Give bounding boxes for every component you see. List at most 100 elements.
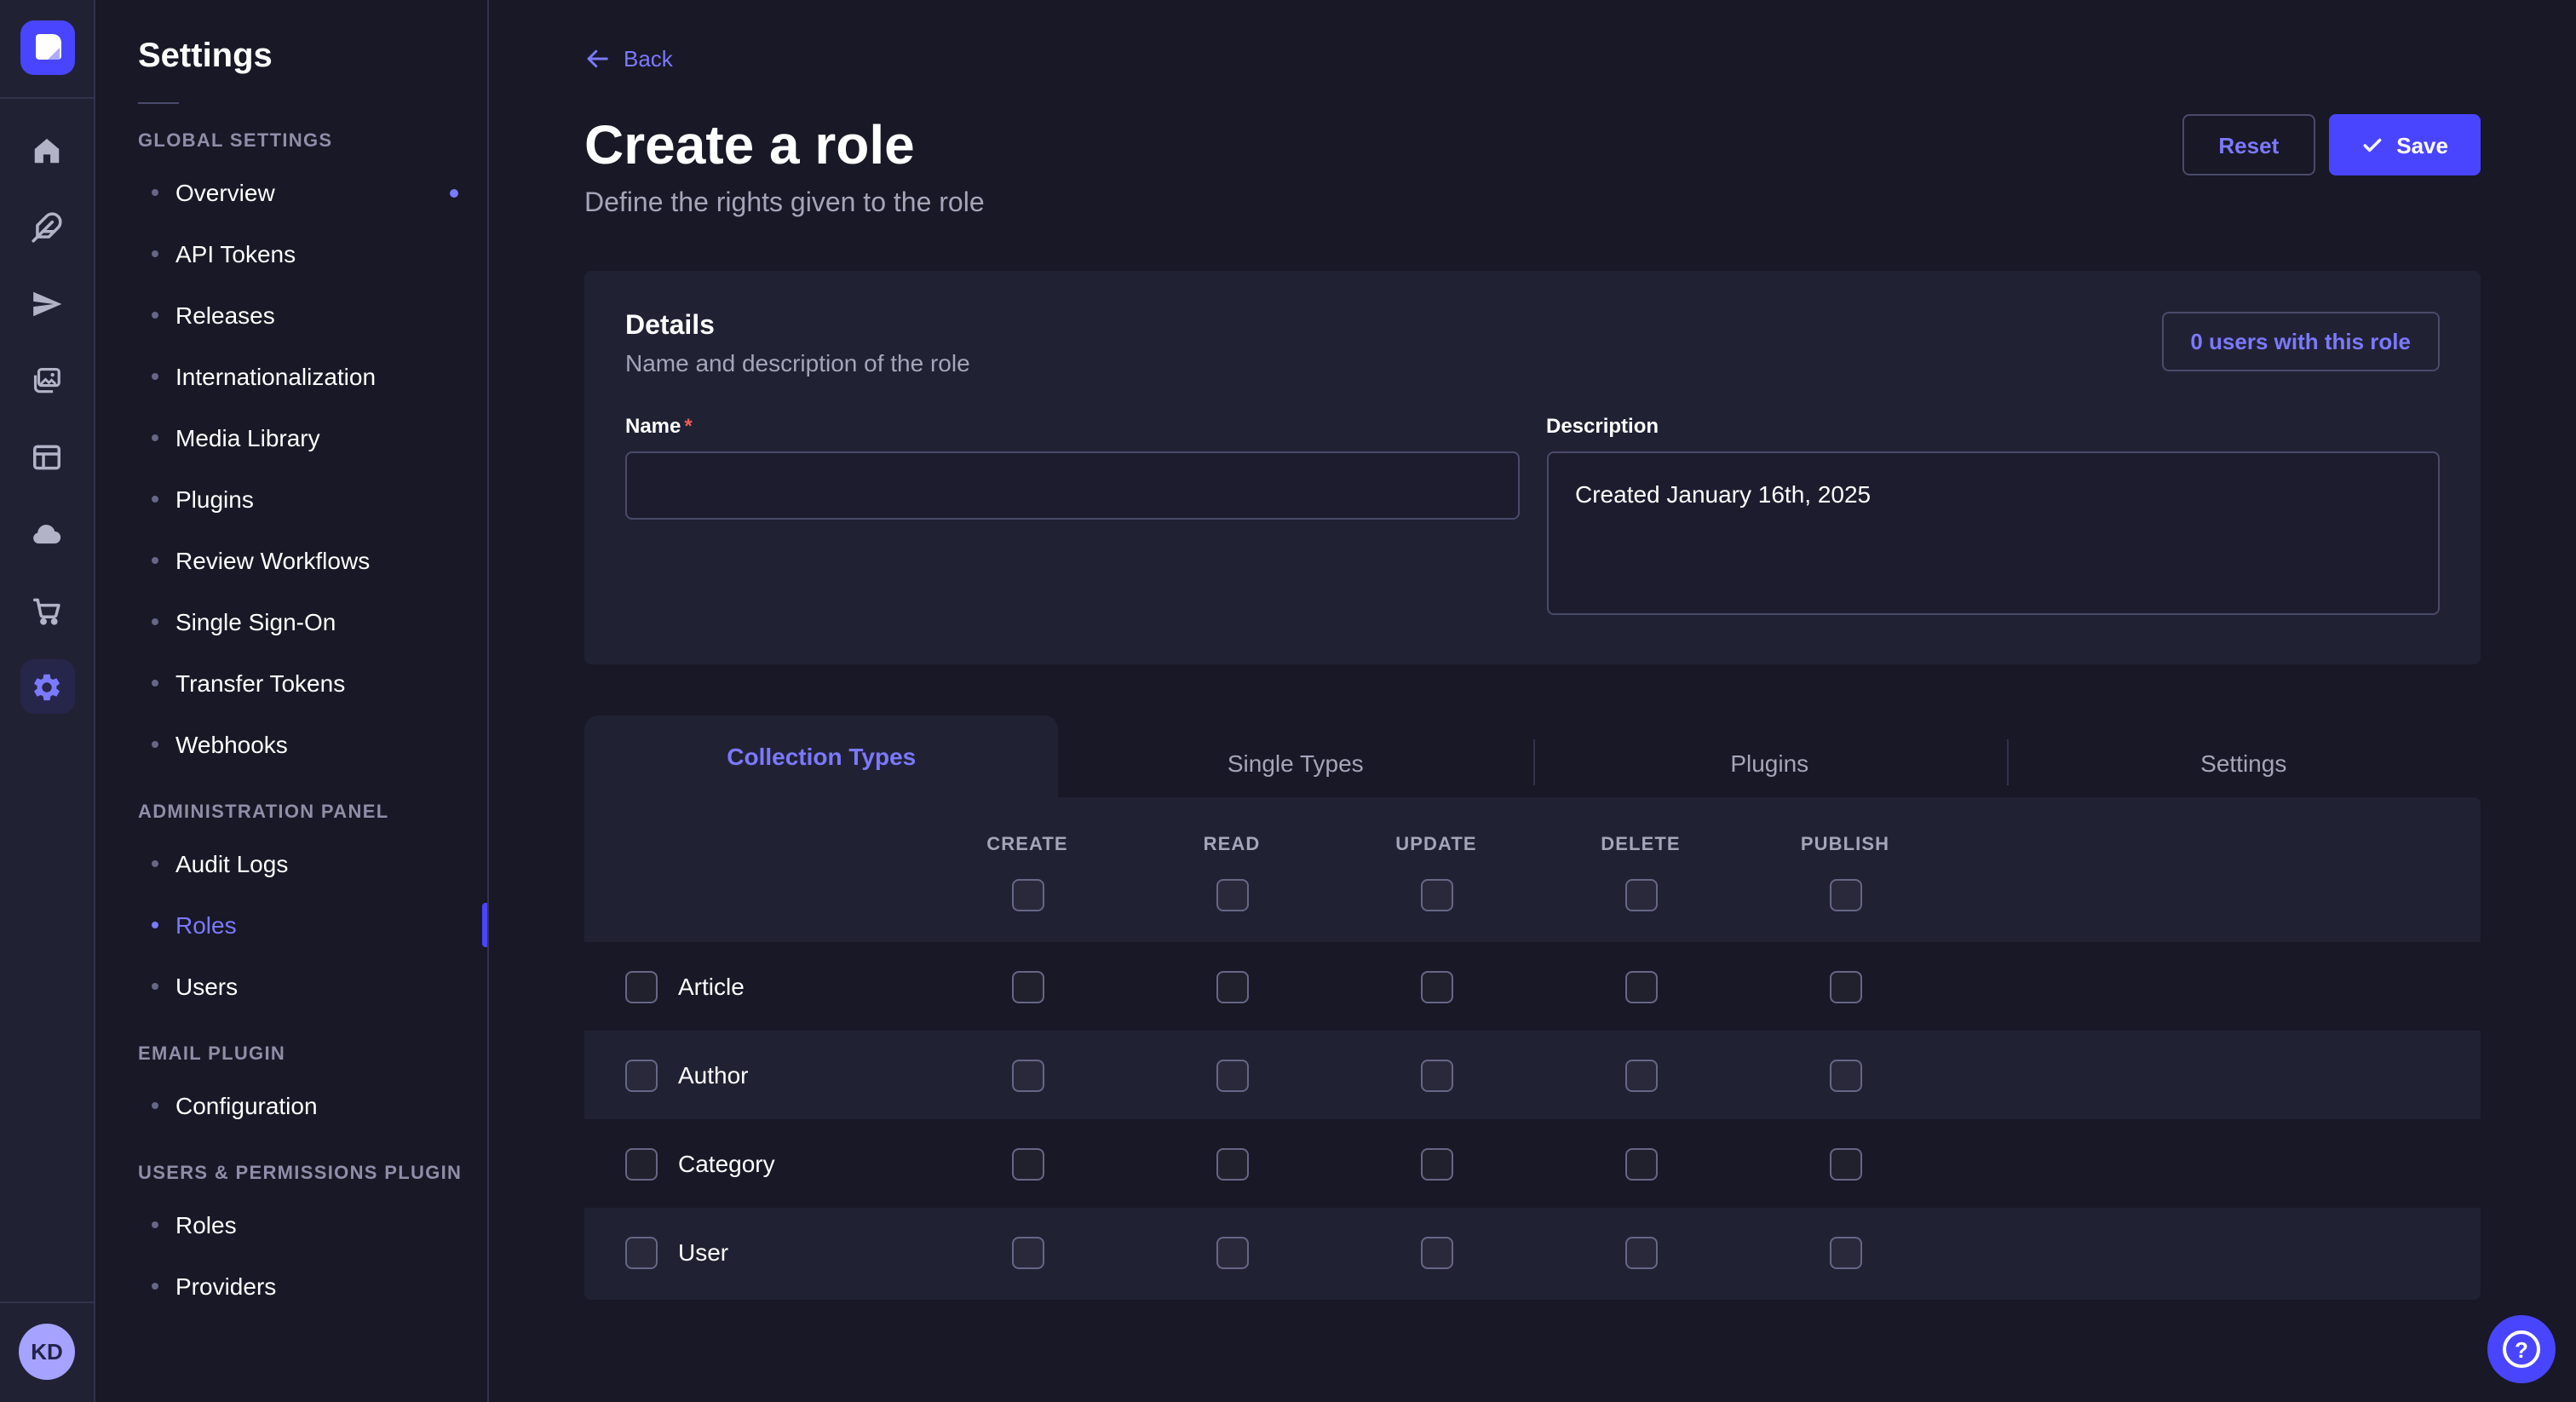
page-title: Create a role	[584, 111, 985, 179]
name-input[interactable]	[625, 451, 1519, 520]
sidebar-item-roles-admin[interactable]: Roles	[95, 894, 487, 956]
users-with-role-button[interactable]: 0 users with this role	[2161, 312, 2440, 371]
category-update-checkbox[interactable]	[1420, 1147, 1452, 1180]
user-avatar[interactable]: KD	[19, 1324, 75, 1380]
article-publish-checkbox[interactable]	[1829, 970, 1861, 1003]
help-button[interactable]: ?	[2487, 1315, 2556, 1383]
page-subtitle: Define the rights given to the role	[584, 189, 985, 220]
settings-sidebar: Settings GLOBAL SETTINGS Overview API To…	[95, 0, 489, 1402]
sidebar-item-label: Roles	[175, 1211, 237, 1238]
column-header-create: CREATE	[986, 835, 1067, 855]
tab-plugins[interactable]: Plugins	[1532, 727, 2007, 797]
author-create-checkbox[interactable]	[1011, 1059, 1044, 1091]
back-link[interactable]: Back	[584, 46, 673, 72]
sidebar-item-label: Plugins	[175, 486, 254, 513]
media-library-icon[interactable]	[20, 353, 74, 407]
row-select-checkbox[interactable]	[625, 1059, 658, 1091]
save-button[interactable]: Save	[2328, 114, 2481, 175]
category-read-checkbox[interactable]	[1216, 1147, 1248, 1180]
content-type-builder-layout-icon[interactable]	[20, 429, 74, 484]
author-delete-checkbox[interactable]	[1624, 1059, 1657, 1091]
page-header: Create a role Define the rights given to…	[584, 111, 2481, 220]
sidebar-item-webhooks[interactable]: Webhooks	[95, 714, 487, 775]
settings-gear-icon[interactable]	[20, 659, 74, 714]
article-update-checkbox[interactable]	[1420, 970, 1452, 1003]
select-all-create-checkbox[interactable]	[1011, 879, 1044, 911]
description-field-group: Description Created January 16th, 2025	[1546, 414, 2440, 623]
section-administration-panel: ADMINISTRATION PANEL Audit Logs Roles Us…	[95, 802, 487, 1017]
title-divider	[138, 102, 179, 104]
sidebar-item-single-sign-on[interactable]: Single Sign-On	[95, 591, 487, 652]
home-icon[interactable]	[20, 123, 74, 177]
content-manager-feather-icon[interactable]	[20, 199, 74, 254]
author-publish-checkbox[interactable]	[1829, 1059, 1861, 1091]
user-read-checkbox[interactable]	[1216, 1236, 1248, 1268]
sidebar-item-label: Releases	[175, 302, 275, 329]
select-all-update-checkbox[interactable]	[1420, 879, 1452, 911]
sidebar-item-label: Internationalization	[175, 363, 376, 390]
cloud-icon[interactable]	[20, 506, 74, 560]
bullet-icon	[152, 189, 158, 196]
back-label: Back	[624, 46, 673, 72]
sidebar-item-label: Single Sign-On	[175, 608, 336, 635]
description-label: Description	[1546, 414, 2440, 438]
main-nav: KD	[0, 0, 95, 1402]
save-label: Save	[2396, 132, 2448, 158]
strapi-logo[interactable]	[20, 20, 74, 75]
article-read-checkbox[interactable]	[1216, 970, 1248, 1003]
table-row-article: Article	[584, 942, 2481, 1031]
row-select-checkbox[interactable]	[625, 1236, 658, 1268]
sidebar-item-roles-up[interactable]: Roles	[95, 1194, 487, 1255]
sidebar-item-users[interactable]: Users	[95, 956, 487, 1017]
section-users-permissions-plugin: USERS & PERMISSIONS PLUGIN Roles Provide…	[95, 1164, 487, 1317]
sidebar-item-providers[interactable]: Providers	[95, 1255, 487, 1317]
row-select-checkbox[interactable]	[625, 1147, 658, 1180]
strapi-admin-app: KD Settings GLOBAL SETTINGS Overview API…	[0, 0, 2576, 1402]
sidebar-item-label: Webhooks	[175, 731, 288, 758]
user-update-checkbox[interactable]	[1420, 1236, 1452, 1268]
releases-send-icon[interactable]	[20, 276, 74, 330]
author-update-checkbox[interactable]	[1420, 1059, 1452, 1091]
sidebar-item-configuration[interactable]: Configuration	[95, 1075, 487, 1136]
column-header-read: READ	[1204, 835, 1261, 855]
permissions-table-head: CREATE READ UPDATE DELETE PUBLISH	[584, 797, 2481, 942]
tab-single-types[interactable]: Single Types	[1059, 727, 1533, 797]
reset-button[interactable]: Reset	[2182, 114, 2314, 175]
sidebar-item-api-tokens[interactable]: API Tokens	[95, 223, 487, 284]
tab-collection-types[interactable]: Collection Types	[584, 715, 1059, 797]
arrow-left-icon	[584, 46, 610, 72]
user-publish-checkbox[interactable]	[1829, 1236, 1861, 1268]
article-create-checkbox[interactable]	[1011, 970, 1044, 1003]
table-row-category: Category	[584, 1119, 2481, 1208]
bullet-icon	[152, 741, 158, 748]
select-all-delete-checkbox[interactable]	[1624, 879, 1657, 911]
select-all-read-checkbox[interactable]	[1216, 879, 1248, 911]
column-header-update: UPDATE	[1395, 835, 1476, 855]
page-header-text: Create a role Define the rights given to…	[584, 111, 985, 220]
sidebar-item-review-workflows[interactable]: Review Workflows	[95, 530, 487, 591]
sidebar-title: Settings	[95, 37, 487, 77]
marketplace-cart-icon[interactable]	[20, 583, 74, 637]
sidebar-item-internationalization[interactable]: Internationalization	[95, 346, 487, 407]
row-label: Article	[678, 973, 745, 1000]
sidebar-item-plugins[interactable]: Plugins	[95, 468, 487, 530]
sidebar-item-audit-logs[interactable]: Audit Logs	[95, 833, 487, 894]
details-fields: Name* Description Created January 16th, …	[625, 414, 2440, 623]
row-select-checkbox[interactable]	[625, 970, 658, 1003]
sidebar-item-media-library[interactable]: Media Library	[95, 407, 487, 468]
user-delete-checkbox[interactable]	[1624, 1236, 1657, 1268]
user-create-checkbox[interactable]	[1011, 1236, 1044, 1268]
article-delete-checkbox[interactable]	[1624, 970, 1657, 1003]
select-all-publish-checkbox[interactable]	[1829, 879, 1861, 911]
description-textarea[interactable]: Created January 16th, 2025	[1546, 451, 2440, 615]
tab-settings[interactable]: Settings	[2007, 727, 2481, 797]
category-publish-checkbox[interactable]	[1829, 1147, 1861, 1180]
sidebar-item-overview[interactable]: Overview	[95, 162, 487, 223]
row-label: User	[678, 1238, 728, 1266]
author-read-checkbox[interactable]	[1216, 1059, 1248, 1091]
sidebar-item-releases[interactable]: Releases	[95, 284, 487, 346]
bullet-icon	[152, 1102, 158, 1109]
category-create-checkbox[interactable]	[1011, 1147, 1044, 1180]
category-delete-checkbox[interactable]	[1624, 1147, 1657, 1180]
sidebar-item-transfer-tokens[interactable]: Transfer Tokens	[95, 652, 487, 714]
